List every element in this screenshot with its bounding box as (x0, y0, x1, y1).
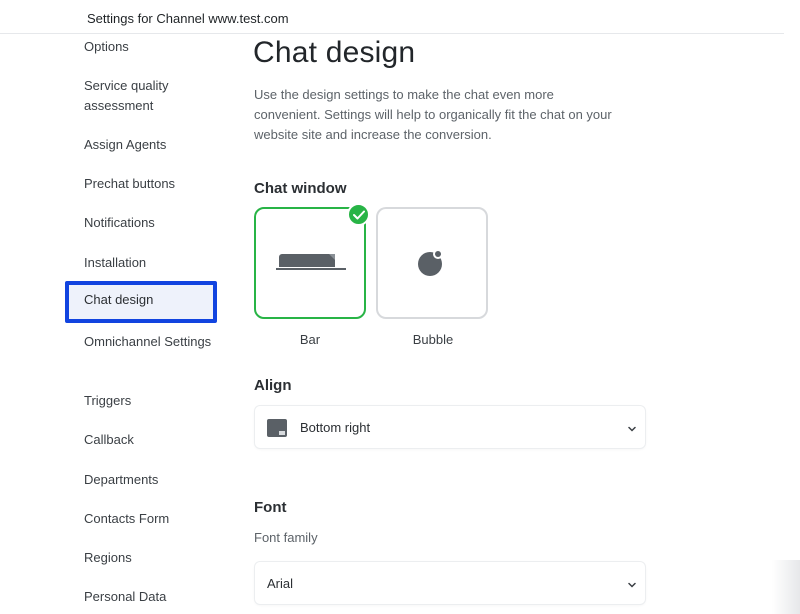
page-description: Use the design settings to make the chat… (254, 87, 612, 142)
chevron-down-icon (627, 421, 637, 439)
sidebar-item-regions[interactable]: Regions (84, 548, 224, 568)
sidebar-item-installation[interactable]: Installation (84, 253, 224, 273)
window-title: Settings for Channel www.test.com (87, 11, 289, 26)
align-select-value: Bottom right (300, 420, 371, 435)
scroll-shadow (772, 560, 800, 614)
chat-window-option-bubble-label: Bubble (412, 332, 454, 347)
chat-window-heading: Chat window (254, 180, 347, 197)
font-family-label: Font family (254, 530, 318, 545)
sidebar-item-label: Chat design (84, 292, 154, 307)
sidebar-item-chat-design[interactable]: Chat design (65, 281, 217, 323)
align-select[interactable]: Bottom right (254, 405, 646, 449)
chat-window-option-bar-label: Bar (299, 332, 321, 347)
sidebar-item-prechat-buttons[interactable]: Prechat buttons (84, 174, 224, 194)
sidebar-item-omnichannel-settings[interactable]: Omnichannel Settings (84, 332, 224, 352)
sidebar-item-options[interactable]: Options (84, 37, 224, 57)
align-heading: Align (254, 377, 292, 394)
chevron-down-icon (627, 577, 637, 595)
bar-icon (276, 252, 346, 277)
selected-check-icon (347, 203, 370, 226)
align-bottom-right-icon (267, 419, 287, 437)
sidebar-item-notifications[interactable]: Notifications (84, 213, 224, 233)
sidebar-item-triggers[interactable]: Triggers (84, 391, 224, 411)
sidebar-item-callback[interactable]: Callback (84, 430, 224, 450)
sidebar-item-departments[interactable]: Departments (84, 470, 224, 490)
font-heading: Font (254, 499, 287, 516)
bubble-icon (416, 248, 448, 283)
page-title: Chat design (253, 36, 416, 69)
sidebar-item-contacts-form[interactable]: Contacts Form (84, 509, 224, 529)
sidebar-item-service-quality-assessment[interactable]: Service quality assessment (84, 76, 224, 116)
font-family-value: Arial (267, 576, 294, 591)
font-family-select[interactable]: Arial (254, 561, 646, 605)
window-header: Settings for Channel www.test.com (0, 0, 784, 34)
sidebar-item-personal-data[interactable]: Personal Data (84, 587, 224, 607)
sidebar-item-assign-agents[interactable]: Assign Agents (84, 135, 224, 155)
